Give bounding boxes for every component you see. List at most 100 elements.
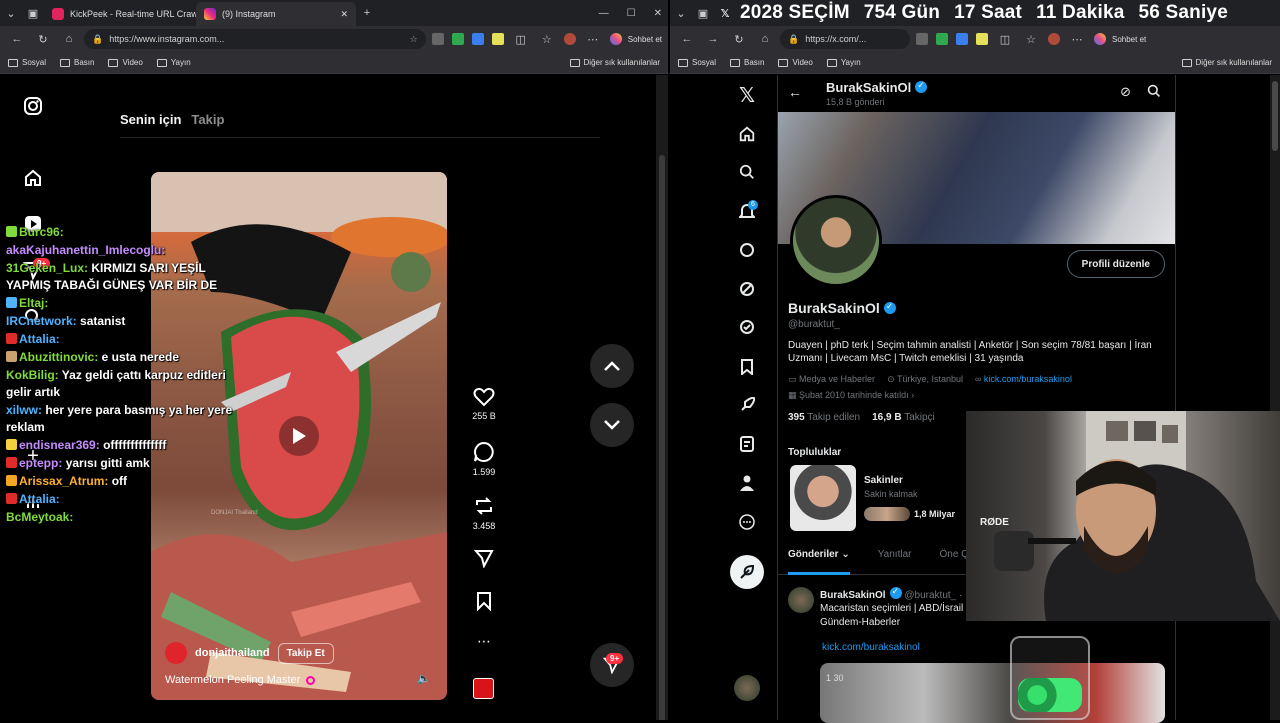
profile-icon[interactable]	[727, 468, 767, 498]
new-tab-icon[interactable]: +	[356, 2, 378, 24]
bookmark-folder[interactable]: Sosyal	[678, 58, 716, 67]
copilot-chat-button[interactable]: Sohbet et	[608, 33, 662, 45]
following-link[interactable]: 395 Takip edilen	[788, 412, 860, 423]
more-menu-icon[interactable]: ⋯	[1066, 28, 1088, 50]
edit-profile-button[interactable]: Profili düzenle	[1067, 250, 1165, 278]
extension-icon[interactable]	[936, 33, 948, 45]
grok-icon[interactable]	[727, 274, 767, 304]
bookmarks-icon[interactable]	[727, 352, 767, 382]
scrollbar-thumb[interactable]	[659, 155, 665, 720]
home-icon[interactable]	[22, 167, 44, 189]
refresh-icon[interactable]: ↻	[32, 28, 54, 50]
author-avatar[interactable]	[165, 642, 187, 664]
articles-icon[interactable]	[727, 429, 767, 459]
tab-replies[interactable]: Yanıtlar	[878, 549, 912, 574]
rocket-icon[interactable]	[727, 390, 767, 420]
split-screen-icon[interactable]: ◫	[994, 28, 1016, 50]
extension-icon[interactable]	[976, 33, 988, 45]
extension-icon[interactable]	[432, 33, 444, 45]
bookmark-folder[interactable]: Yayın	[157, 58, 191, 67]
tab-list-icon[interactable]: ⌄	[670, 2, 692, 24]
more-icon[interactable]	[727, 507, 767, 537]
refresh-icon[interactable]: ↻	[728, 28, 750, 50]
tab-instagram[interactable]: (9) Instagram ✕	[196, 2, 356, 26]
repost-action[interactable]: 3.458	[470, 495, 498, 531]
extension-icon[interactable]	[956, 33, 968, 45]
messages-fab[interactable]	[590, 643, 634, 687]
post-author-avatar[interactable]	[788, 587, 814, 613]
tab-for-you[interactable]: Senin için	[120, 112, 181, 127]
tab-highlights[interactable]: Öne Ç	[939, 549, 968, 574]
bookmark-folder[interactable]: Basın	[730, 58, 764, 67]
community-name[interactable]: Sakinler	[864, 475, 903, 486]
community-thumbnail[interactable]	[790, 465, 856, 531]
url-field[interactable]: 🔒 https://x.com/...	[780, 29, 910, 49]
followers-link[interactable]: 16,9 B Takipçi	[872, 412, 935, 423]
back-icon[interactable]: ←	[6, 28, 28, 50]
x-logo-icon[interactable]: 𝕏	[727, 80, 767, 110]
scrollbar-thumb[interactable]	[1272, 81, 1278, 151]
audio-thumbnail[interactable]	[473, 678, 494, 699]
author-name[interactable]: donjaithailand	[195, 647, 270, 659]
bookmark-folder[interactable]: Sosyal	[8, 58, 46, 67]
tab-following[interactable]: Takip	[191, 112, 224, 127]
workspaces-icon[interactable]: ▣	[22, 2, 44, 24]
close-tab-icon[interactable]: ✕	[340, 9, 348, 20]
instagram-logo-icon[interactable]	[22, 95, 44, 117]
favorite-star-icon[interactable]: ☆	[410, 34, 418, 45]
post-media[interactable]: 1 30	[820, 663, 1165, 723]
grok-analyze-icon[interactable]: ⊘	[1120, 84, 1131, 100]
follow-button[interactable]: Takip Et	[278, 643, 334, 664]
post-link[interactable]: kick.com/buraksakinol	[822, 642, 920, 653]
extension-icon[interactable]	[472, 33, 484, 45]
home-icon[interactable]: ⌂	[58, 28, 80, 50]
previous-reel-button[interactable]	[590, 344, 634, 388]
account-avatar[interactable]	[734, 675, 760, 701]
back-icon[interactable]: ←	[676, 28, 698, 50]
compose-post-button[interactable]	[730, 555, 764, 589]
mute-icon[interactable]: 🔈	[417, 672, 431, 685]
extension-icon[interactable]	[492, 33, 504, 45]
next-reel-button[interactable]	[590, 403, 634, 447]
notifications-bell-icon[interactable]	[727, 196, 767, 226]
explore-search-icon[interactable]	[727, 157, 767, 187]
close-window-icon[interactable]: ✕	[654, 8, 662, 19]
other-bookmarks[interactable]: Diğer sık kullanılanlar	[570, 58, 660, 67]
bookmark-folder[interactable]: Video	[778, 58, 812, 67]
profile-avatar-icon[interactable]	[564, 33, 576, 45]
more-menu-icon[interactable]: ⋯	[582, 28, 604, 50]
share-icon[interactable]	[470, 548, 498, 568]
play-button[interactable]	[279, 416, 319, 456]
minimize-icon[interactable]: —	[599, 8, 609, 19]
favorites-icon[interactable]: ☆	[536, 28, 558, 50]
back-arrow-icon[interactable]: ←	[788, 84, 802, 100]
save-bookmark-icon[interactable]	[470, 591, 498, 611]
search-icon[interactable]	[1147, 84, 1161, 103]
tab-posts[interactable]: Gönderiler ⌄	[788, 549, 850, 575]
home-icon[interactable]: ⌂	[754, 28, 776, 50]
forward-icon[interactable]: →	[702, 28, 724, 50]
workspaces-icon[interactable]: ▣	[692, 2, 714, 24]
comment-action[interactable]: 1.599	[470, 441, 498, 477]
extension-icon[interactable]	[452, 33, 464, 45]
extension-icon[interactable]	[916, 33, 928, 45]
link-item[interactable]: ∞ kick.com/buraksakinol	[975, 374, 1072, 385]
other-bookmarks[interactable]: Diğer sık kullanılanlar	[1182, 58, 1272, 67]
favorites-icon[interactable]: ☆	[1020, 28, 1042, 50]
copilot-chat-button[interactable]: Sohbet et	[1092, 33, 1146, 45]
left-scrollbar[interactable]	[656, 75, 668, 720]
maximize-icon[interactable]: ☐	[627, 8, 636, 19]
profile-avatar-icon[interactable]	[1048, 33, 1060, 45]
tab-kickpeek[interactable]: KickPeek - Real-time URL Crawler ✕	[44, 2, 196, 26]
like-action[interactable]: 255 B	[470, 387, 498, 421]
url-field[interactable]: 🔒 https://www.instagram.com... ☆	[84, 29, 426, 49]
more-options-icon[interactable]: ⋯	[470, 633, 498, 650]
split-screen-icon[interactable]: ◫	[510, 28, 532, 50]
bookmark-folder[interactable]: Video	[108, 58, 142, 67]
messages-icon[interactable]	[727, 235, 767, 265]
bookmark-folder[interactable]: Basın	[60, 58, 94, 67]
right-scrollbar[interactable]	[1270, 75, 1280, 720]
verified-orgs-icon[interactable]	[727, 312, 767, 342]
home-icon[interactable]	[727, 119, 767, 149]
x-tab-favicon-icon[interactable]: 𝕏	[714, 2, 736, 24]
